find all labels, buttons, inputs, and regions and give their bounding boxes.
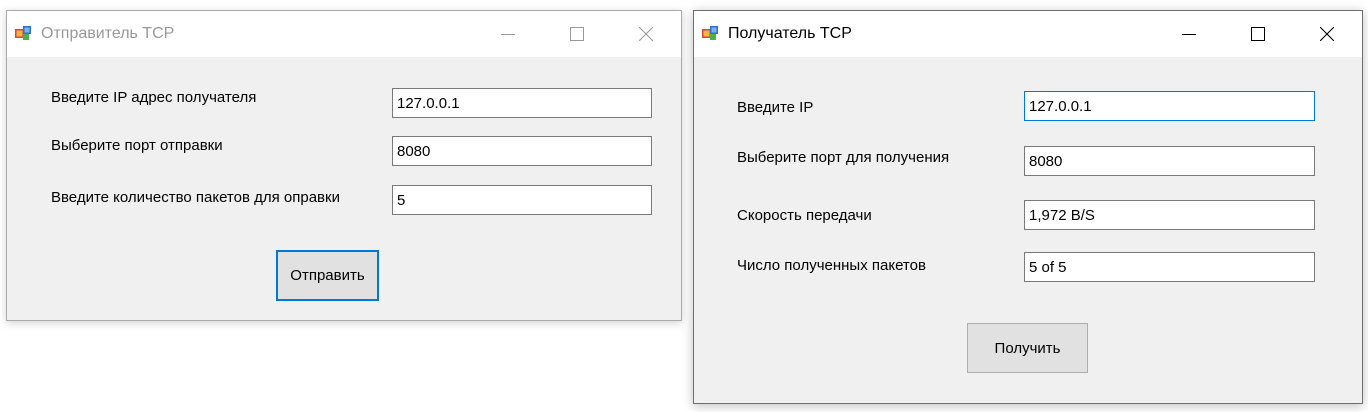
- received-packets-field[interactable]: [1024, 252, 1315, 282]
- close-icon: [639, 27, 653, 41]
- receive-button[interactable]: Получить: [967, 323, 1088, 373]
- close-button[interactable]: [623, 11, 669, 57]
- maximize-button[interactable]: [554, 11, 600, 57]
- receiver-port-input[interactable]: [1024, 146, 1315, 176]
- app-icon: [14, 25, 32, 41]
- receiver-port-label: Выберите порт для получения: [737, 149, 950, 166]
- sender-window-title: Отправитель TCP: [41, 25, 175, 42]
- minimize-icon: [1182, 34, 1196, 35]
- receiver-ip-label: Введите IP: [737, 99, 814, 116]
- minimize-button[interactable]: [1166, 11, 1212, 57]
- packet-count-label: Введите количество пакетов для оправки: [51, 189, 340, 206]
- close-icon: [1320, 27, 1334, 41]
- packet-count-input[interactable]: [392, 185, 652, 215]
- receiver-window-title: Получатель TCP: [728, 25, 852, 42]
- transfer-speed-field[interactable]: [1024, 200, 1315, 230]
- ip-label: Введите IP адрес получателя: [51, 89, 257, 106]
- send-button[interactable]: Отправить: [276, 250, 379, 301]
- minimize-icon: [501, 34, 515, 35]
- port-input[interactable]: [392, 136, 652, 166]
- receiver-window: Получатель TCP Введите IP Выберите порт …: [693, 10, 1363, 404]
- minimize-button[interactable]: [485, 11, 531, 57]
- ip-input[interactable]: [392, 88, 652, 118]
- maximize-icon: [1251, 27, 1265, 41]
- maximize-icon: [570, 27, 584, 41]
- app-icon: [701, 25, 719, 41]
- maximize-button[interactable]: [1235, 11, 1281, 57]
- receiver-titlebar[interactable]: Получатель TCP: [694, 11, 1362, 57]
- sender-titlebar[interactable]: Отправитель TCP: [7, 11, 681, 57]
- received-packets-label: Число полученных пакетов: [737, 257, 926, 274]
- port-label: Выберите порт отправки: [51, 137, 223, 154]
- receiver-ip-input[interactable]: [1024, 91, 1315, 121]
- sender-window: Отправитель TCP Введите IP адрес получат…: [6, 10, 682, 321]
- transfer-speed-label: Скорость передачи: [737, 207, 872, 224]
- close-button[interactable]: [1304, 11, 1350, 57]
